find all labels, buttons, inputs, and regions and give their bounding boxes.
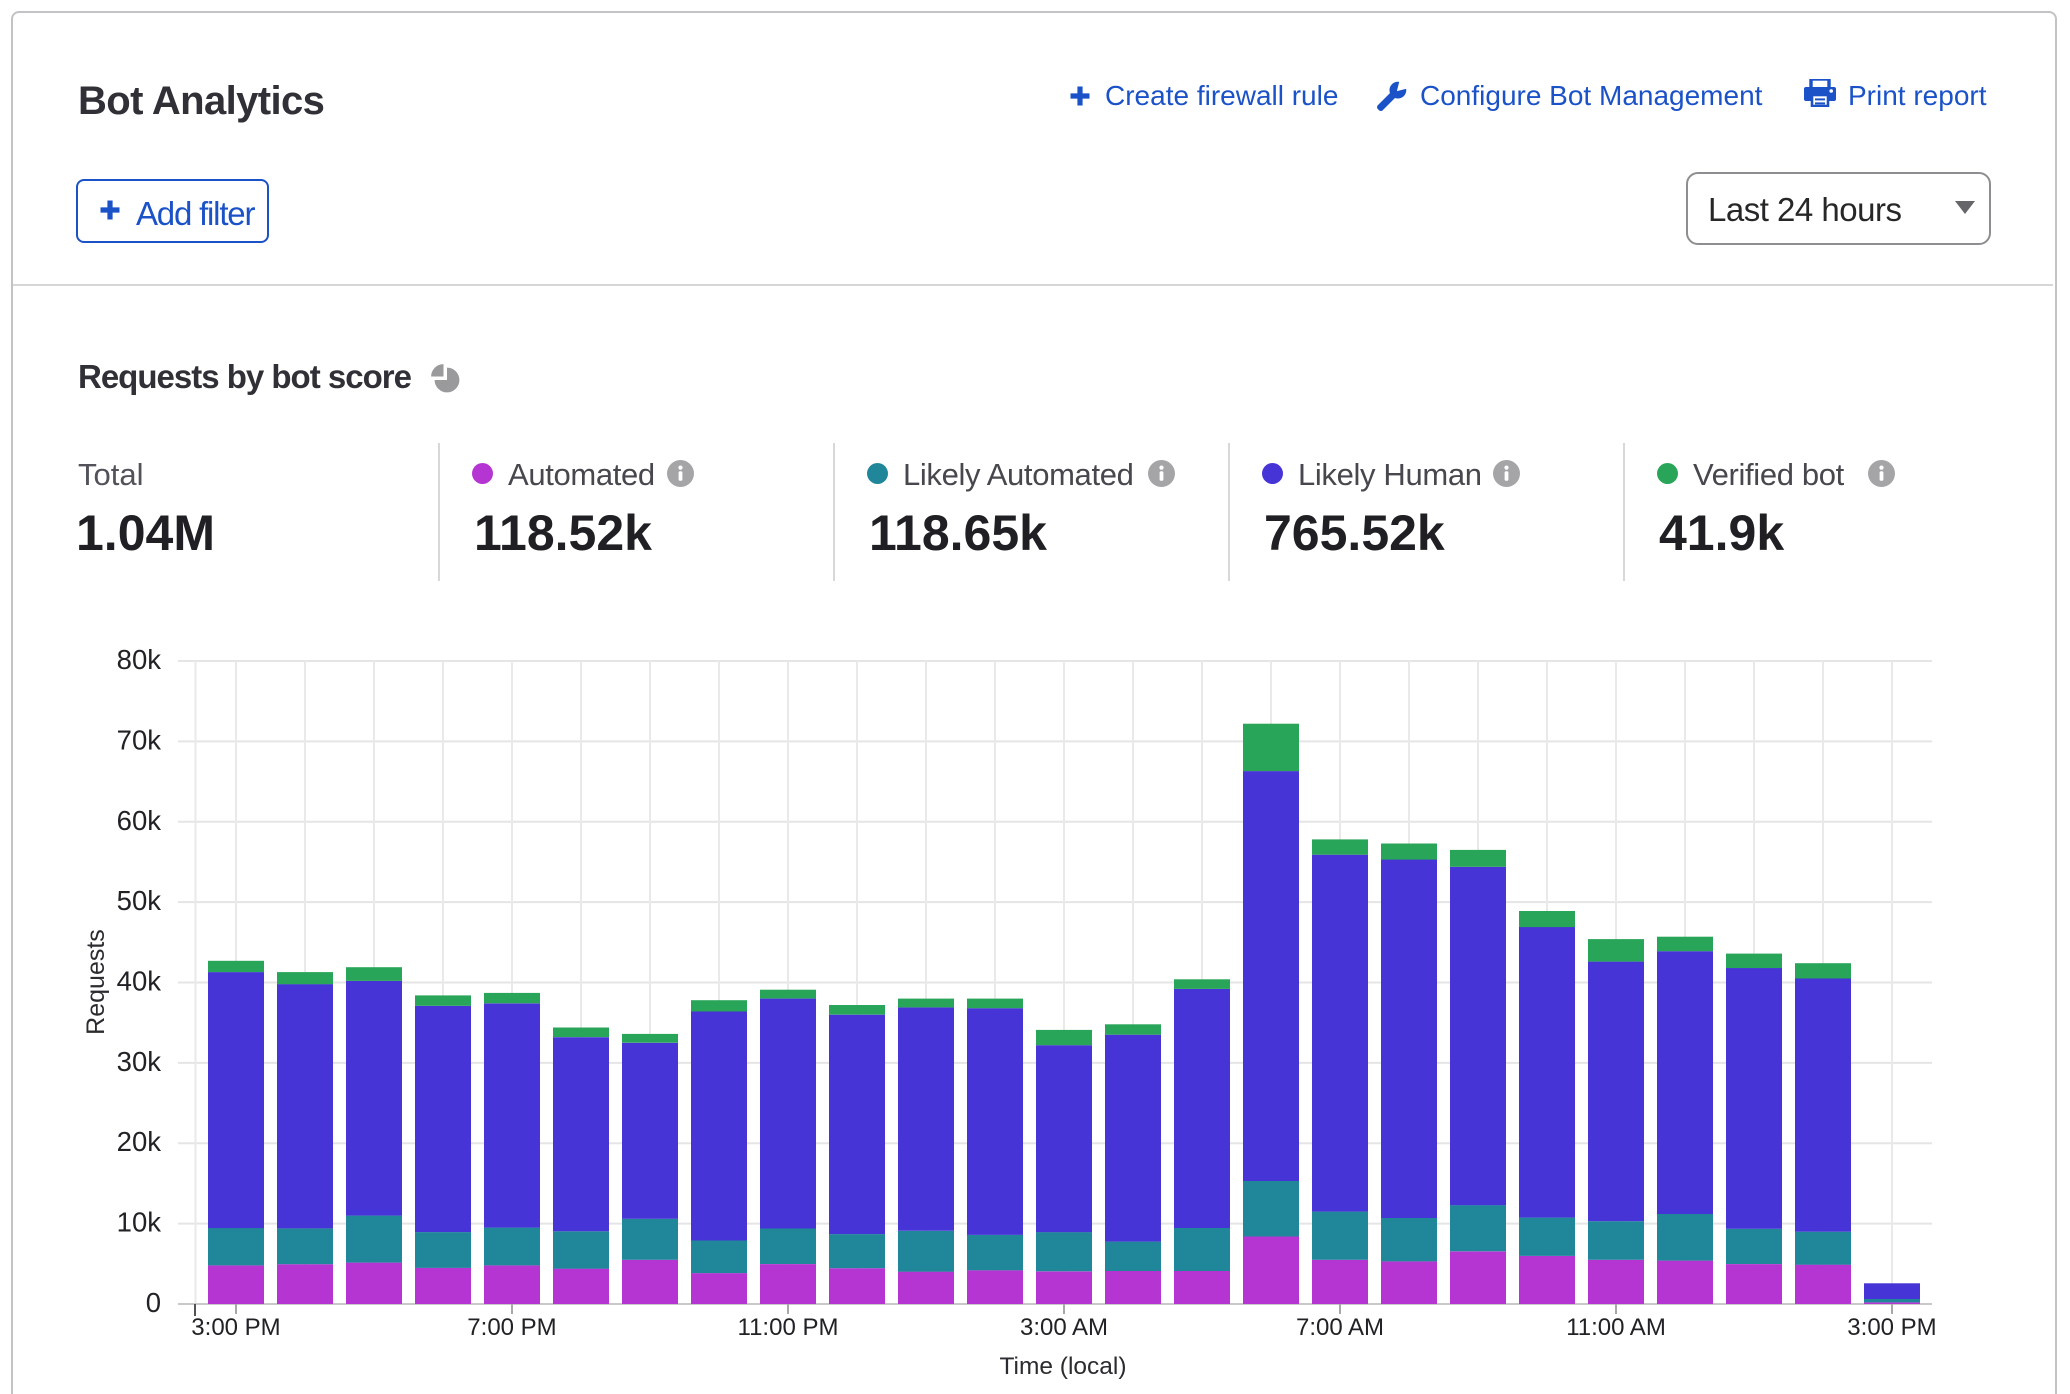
svg-text:7:00 PM: 7:00 PM (467, 1314, 556, 1341)
svg-text:10k: 10k (117, 1207, 162, 1238)
svg-text:Requests: Requests (82, 929, 110, 1035)
svg-text:30k: 30k (117, 1046, 162, 1077)
svg-text:11:00 PM: 11:00 PM (738, 1314, 839, 1341)
svg-text:20k: 20k (117, 1126, 162, 1157)
svg-text:3:00 PM: 3:00 PM (1847, 1314, 1936, 1341)
svg-text:Time (local): Time (local) (999, 1353, 1126, 1380)
svg-text:60k: 60k (117, 805, 162, 836)
svg-text:11:00 AM: 11:00 AM (1566, 1314, 1666, 1341)
svg-text:3:00 AM: 3:00 AM (1020, 1314, 1108, 1341)
svg-text:7:00 AM: 7:00 AM (1296, 1314, 1384, 1341)
svg-text:80k: 80k (117, 644, 162, 675)
svg-text:50k: 50k (117, 885, 162, 916)
svg-text:70k: 70k (117, 724, 162, 755)
svg-text:40k: 40k (117, 966, 162, 997)
svg-text:0: 0 (146, 1287, 161, 1318)
svg-text:3:00 PM: 3:00 PM (191, 1314, 280, 1341)
